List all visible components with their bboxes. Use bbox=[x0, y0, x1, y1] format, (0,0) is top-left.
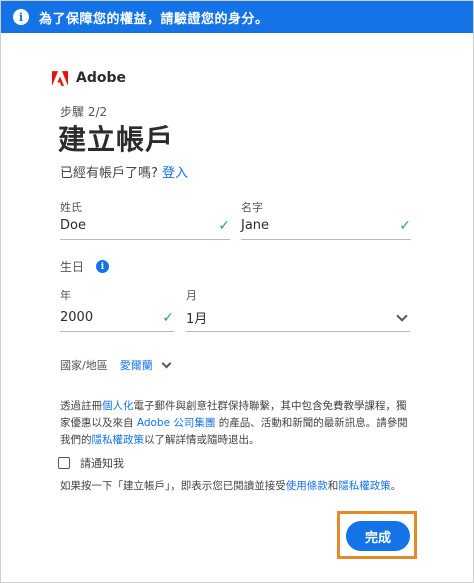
marketing-consent-text: 透過註冊個人化電子郵件與創意社群保持聯繫，其中包含免費教學課程，獨家優惠以及來自… bbox=[60, 400, 408, 446]
country-label: 國家/地區 bbox=[60, 359, 108, 372]
sign-in-link[interactable]: 登入 bbox=[162, 166, 188, 181]
notify-me-row[interactable]: 請通知我 bbox=[58, 455, 124, 471]
adobe-family-link[interactable]: Adobe 公司集團 bbox=[137, 417, 216, 429]
personalized-link[interactable]: 個人化 bbox=[102, 400, 134, 412]
first-name-value: Jane bbox=[241, 218, 270, 233]
last-name-value: Doe bbox=[60, 218, 86, 233]
brand-name: Adobe bbox=[76, 70, 126, 86]
terms-text: 如果按一下「建立帳戶」，即表示您已閱讀並接受使用條款和隱私權政策。 bbox=[60, 480, 402, 492]
month-select[interactable]: 1月 bbox=[186, 304, 410, 332]
verification-banner: i 為了保障您的權益，請驗證您的身分。 bbox=[1, 1, 473, 33]
chevron-down-icon[interactable] bbox=[161, 358, 172, 368]
notify-label: 請通知我 bbox=[80, 457, 124, 470]
have-account-text: 已經有帳戶了嗎? 登入 bbox=[60, 166, 189, 181]
month-value: 1月 bbox=[186, 312, 208, 327]
checkmark-icon: ✓ bbox=[399, 217, 411, 234]
last-name-field[interactable]: Doe ✓ bbox=[60, 212, 230, 240]
page-frame bbox=[0, 0, 474, 583]
privacy-policy-link-2[interactable]: 隱私權政策 bbox=[338, 480, 391, 492]
birthday-info-icon[interactable]: i bbox=[96, 260, 110, 273]
adobe-logo-icon bbox=[52, 70, 68, 86]
country-select[interactable]: 愛爾蘭 bbox=[120, 357, 153, 373]
adobe-logo: Adobe bbox=[52, 70, 126, 86]
chevron-down-icon bbox=[396, 309, 408, 322]
banner-text: 為了保障您的權益，請驗證您的身分。 bbox=[39, 11, 269, 27]
done-button[interactable]: 完成 bbox=[346, 521, 410, 551]
year-label: 年 bbox=[60, 289, 71, 302]
page-title: 建立帳戶 bbox=[58, 123, 175, 156]
month-label: 月 bbox=[186, 289, 197, 302]
notify-checkbox[interactable] bbox=[58, 457, 70, 469]
birthday-label: 生日 i bbox=[60, 258, 110, 275]
checkmark-icon: ✓ bbox=[218, 217, 230, 234]
checkmark-icon: ✓ bbox=[162, 309, 174, 326]
first-name-field[interactable]: Jane ✓ bbox=[241, 212, 411, 240]
terms-of-use-link[interactable]: 使用條款 bbox=[286, 480, 328, 492]
year-value: 2000 bbox=[60, 310, 94, 325]
country-row: 國家/地區 愛爾蘭 bbox=[60, 357, 172, 373]
year-field[interactable]: 2000 ✓ bbox=[60, 304, 174, 332]
info-icon: i bbox=[13, 9, 29, 25]
privacy-policy-link[interactable]: 隱私權政策 bbox=[92, 434, 145, 446]
